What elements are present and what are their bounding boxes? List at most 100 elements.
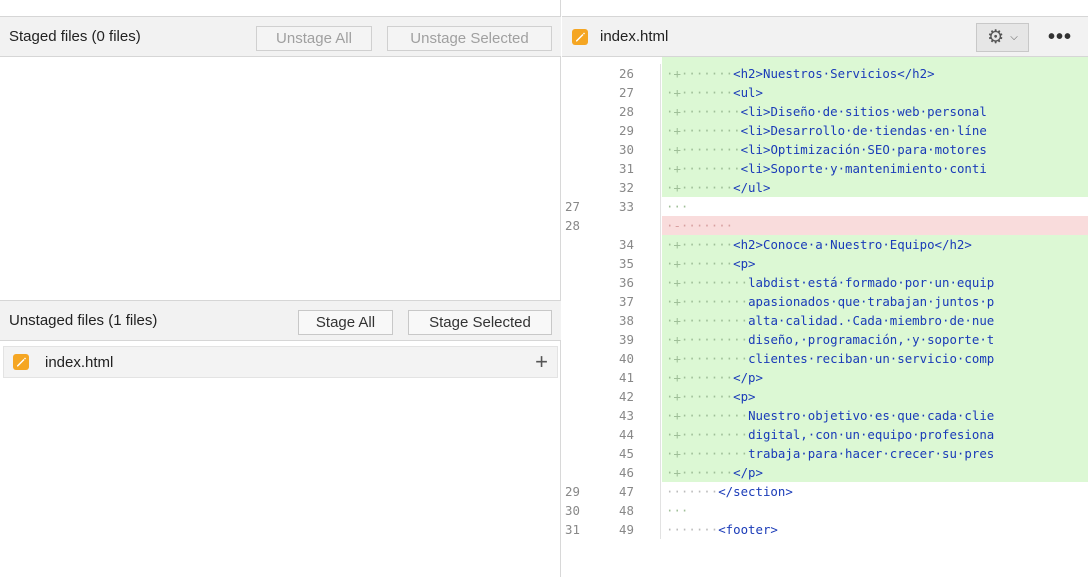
staged-files-list: [0, 57, 561, 300]
new-line-number: 37: [619, 294, 634, 309]
whitespace-marker: ·+·········: [666, 332, 749, 347]
diff-line: 27 33 ···: [562, 197, 1088, 216]
diff-settings-button[interactable]: ⚙ ⌵: [976, 23, 1029, 52]
staged-files-header: Staged files (0 files) Unstage All Unsta…: [0, 16, 561, 57]
whitespace-marker: ·+········: [666, 161, 741, 176]
new-line-number: 27: [619, 85, 634, 100]
diff-line: 30 48 ···: [562, 501, 1088, 520]
code-text: ·······<footer>: [662, 520, 1088, 539]
code-text: ·+·········apasionados·que·trabajan·junt…: [662, 292, 1088, 311]
old-line-number: 29: [565, 484, 580, 499]
diff-line: 40 ·+·········clientes·reciban·un·servici…: [562, 349, 1088, 368]
whitespace-marker: ·+·······: [666, 180, 734, 195]
code-content: digital,·con·un·equipo·profesiona: [748, 427, 995, 442]
changes-pane: Staged files (0 files) Unstage All Unsta…: [0, 0, 561, 577]
more-options-button[interactable]: •••: [1042, 24, 1078, 51]
old-line-number: 28: [565, 218, 580, 233]
whitespace-marker: ·+·········: [666, 294, 749, 309]
file-name: index.html: [45, 353, 114, 371]
diff-line: 42 ·+·······<p>: [562, 387, 1088, 406]
stage-selected-button[interactable]: Stage Selected: [408, 310, 552, 335]
code-text: ·+·······<h2>Conoce·a·Nuestro·Equipo</h2…: [662, 235, 1088, 254]
new-line-number: 43: [619, 408, 634, 423]
code-content: <h2>Conoce·a·Nuestro·Equipo</h2>: [733, 237, 972, 252]
code-text: ·+·········Nuestro·objetivo·es·que·cada·…: [662, 406, 1088, 425]
new-line-number: 34: [619, 237, 634, 252]
diff-line: 32 ·+·······</ul>: [562, 178, 1088, 197]
code-content: diseño,·programación,·y·soporte·t: [748, 332, 995, 347]
whitespace-marker: ·+········: [666, 123, 741, 138]
code-content: </p>: [733, 465, 763, 480]
diff-line: 34 ·+·······<h2>Conoce·a·Nuestro·Equipo</…: [562, 235, 1088, 254]
new-line-number: 30: [619, 142, 634, 157]
unstaged-file-item[interactable]: index.html +: [3, 346, 558, 378]
edit-file-icon: [572, 28, 588, 45]
code-text: ·+········<li>Optimización·SEO·para·moto…: [662, 140, 1088, 159]
new-line-number: 44: [619, 427, 634, 442]
stage-all-button[interactable]: Stage All: [298, 310, 393, 335]
diff-file-header: index.html ⚙ ⌵ •••: [562, 16, 1088, 57]
code-text: ·+·······<h2>Nuestros·Servicios</h2>: [662, 64, 1088, 83]
whitespace-marker: ·+·······: [666, 370, 734, 385]
diff-line: 41 ·+·······</p>: [562, 368, 1088, 387]
code-content: clientes·reciban·un·servicio·comp: [748, 351, 995, 366]
diff-file-name: index.html: [600, 28, 669, 45]
whitespace-marker: ·+·······: [666, 256, 734, 271]
code-text: ·+·······</p>: [662, 463, 1088, 482]
whitespace-marker: ·+·········: [666, 408, 749, 423]
whitespace-marker: ·······: [666, 484, 719, 499]
stage-file-plus-icon[interactable]: +: [535, 350, 548, 374]
code-content: labdist·está·formado·por·un·equip: [748, 275, 995, 290]
code-content: alta·calidad.·Cada·miembro·de·nue: [748, 313, 995, 328]
new-line-number: 32: [619, 180, 634, 195]
whitespace-marker: ·+·······: [666, 389, 734, 404]
diff-line: 27 ·+·······<ul>: [562, 83, 1088, 102]
code-text: ·+·········trabaja·para·hacer·crecer·su·…: [662, 444, 1088, 463]
diff-top-partial-line: [662, 57, 1088, 64]
diff-line: 30 ·+········<li>Optimización·SEO·para·mo…: [562, 140, 1088, 159]
code-text: ·······</section>: [662, 482, 1088, 501]
whitespace-marker: ···: [666, 199, 689, 214]
diff-line: 29 ·+········<li>Desarrollo·de·tiendas·en…: [562, 121, 1088, 140]
whitespace-marker: ·+·········: [666, 446, 749, 461]
diff-line: 29 47 ·······</section>: [562, 482, 1088, 501]
whitespace-marker: ·+·········: [666, 313, 749, 328]
unstaged-files-header: Unstaged files (1 files) Stage All Stage…: [0, 300, 561, 341]
diff-view[interactable]: 26 ·+·······<h2>Nuestros·Servicios</h2> 27…: [562, 57, 1088, 577]
whitespace-marker: ·+·······: [666, 85, 734, 100]
old-line-number: 31: [565, 522, 580, 537]
new-line-number: 36: [619, 275, 634, 290]
unstage-all-button[interactable]: Unstage All: [256, 26, 372, 51]
whitespace-marker: ···: [666, 503, 689, 518]
code-text: ···: [662, 501, 1088, 520]
new-line-number: 49: [619, 522, 634, 537]
new-line-number: 29: [619, 123, 634, 138]
code-text: ·+·······</p>: [662, 368, 1088, 387]
whitespace-marker: ·+········: [666, 142, 741, 157]
diff-line: 39 ·+·········diseño,·programación,·y·sop…: [562, 330, 1088, 349]
new-line-number: 31: [619, 161, 634, 176]
new-line-number: 28: [619, 104, 634, 119]
new-line-number: 46: [619, 465, 634, 480]
code-content: <footer>: [718, 522, 778, 537]
code-text: ·+·······<p>: [662, 254, 1088, 273]
whitespace-marker: ·+·······: [666, 237, 734, 252]
chevron-down-icon: ⌵: [1010, 32, 1018, 43]
old-line-number: 27: [565, 199, 580, 214]
code-content: </p>: [733, 370, 763, 385]
diff-line: 35 ·+·······<p>: [562, 254, 1088, 273]
staged-files-title: Staged files (0 files): [9, 28, 141, 45]
diff-line: 36 ·+·········labdist·está·formado·por·un…: [562, 273, 1088, 292]
whitespace-marker: ·+·······: [666, 66, 734, 81]
diff-line: 43 ·+·········Nuestro·objetivo·es·que·cad…: [562, 406, 1088, 425]
whitespace-marker: ·-·······: [666, 218, 734, 233]
new-line-number: 48: [619, 503, 634, 518]
code-text: ·+········<li>Desarrollo·de·tiendas·en·l…: [662, 121, 1088, 140]
code-text: ·+·······<p>: [662, 387, 1088, 406]
diff-line: 46 ·+·······</p>: [562, 463, 1088, 482]
diff-line: 28 ·-·······: [562, 216, 1088, 235]
whitespace-marker: ·+·········: [666, 351, 749, 366]
code-content: <h2>Nuestros·Servicios</h2>: [733, 66, 935, 81]
code-content: <li>Desarrollo·de·tiendas·en·líne: [740, 123, 987, 138]
unstage-selected-button[interactable]: Unstage Selected: [387, 26, 552, 51]
